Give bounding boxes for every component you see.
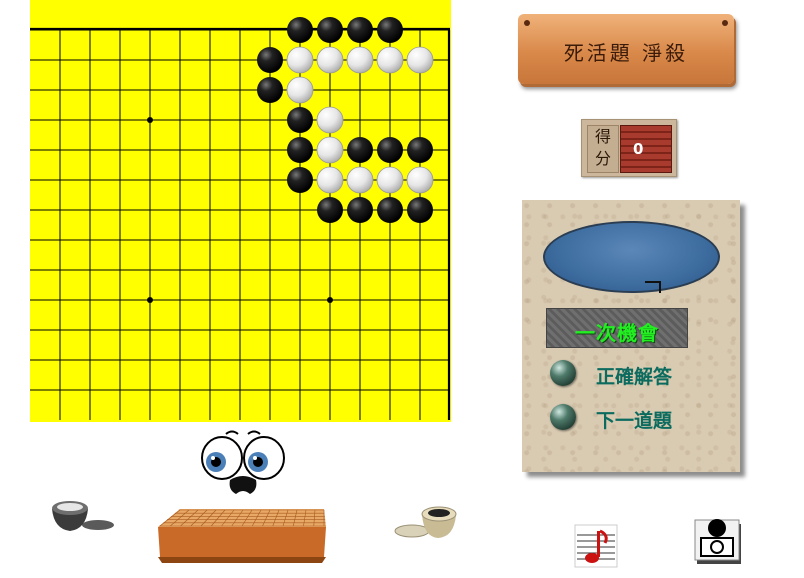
black-stone[interactable] (287, 137, 313, 163)
score-display: 0 (620, 125, 672, 173)
score-box: 得分 0 (581, 119, 677, 177)
corner-mark-icon (645, 281, 661, 293)
black-stone[interactable] (287, 107, 313, 133)
white-stone[interactable] (346, 166, 374, 194)
white-stone[interactable] (286, 46, 314, 74)
cartoon-face-icon (201, 430, 285, 494)
white-stone[interactable] (376, 166, 404, 194)
score-value: 0 (633, 140, 644, 158)
star-point (327, 297, 333, 303)
white-stone[interactable] (316, 166, 344, 194)
white-stone[interactable] (316, 136, 344, 164)
go-board[interactable] (30, 0, 451, 422)
score-label: 得分 (587, 125, 619, 173)
title-plank: 死活題 淨殺 (518, 14, 734, 84)
problem-title: 死活題 淨殺 (563, 41, 689, 65)
black-stone[interactable] (377, 197, 403, 223)
nail-icon (524, 20, 530, 26)
black-stone[interactable] (317, 197, 343, 223)
show-answer-button[interactable]: 正確解答 (550, 360, 710, 388)
black-stone[interactable] (377, 17, 403, 43)
white-stone[interactable] (316, 46, 344, 74)
jade-ball-icon[interactable] (550, 404, 576, 430)
white-stone[interactable] (406, 166, 434, 194)
black-stone[interactable] (377, 137, 403, 163)
black-stone[interactable] (347, 137, 373, 163)
black-stone[interactable] (287, 167, 313, 193)
chance-label: 一次機會 (575, 321, 659, 345)
music-note-icon[interactable] (571, 521, 621, 571)
white-stone[interactable] (316, 106, 344, 134)
nail-icon (722, 20, 728, 26)
next-problem-button[interactable]: 下一道題 (550, 404, 710, 432)
black-stone[interactable] (407, 197, 433, 223)
white-stone[interactable] (376, 46, 404, 74)
star-point (147, 297, 153, 303)
white-stone[interactable] (286, 76, 314, 104)
next-problem-label[interactable]: 下一道題 (596, 406, 672, 433)
white-stone[interactable] (406, 46, 434, 74)
black-stone[interactable] (287, 17, 313, 43)
control-panel: 一次機會 正確解答 下一道題 (522, 200, 740, 472)
white-stone[interactable] (346, 46, 374, 74)
jade-ball-icon[interactable] (550, 360, 576, 386)
board-grid[interactable] (30, 0, 451, 422)
black-stone[interactable] (317, 17, 343, 43)
chance-badge: 一次機會 (546, 308, 688, 348)
black-stone-bowl-icon[interactable] (50, 495, 118, 537)
stone-toggle-icon[interactable] (693, 514, 743, 566)
black-stone[interactable] (407, 137, 433, 163)
black-stone[interactable] (347, 17, 373, 43)
black-stone[interactable] (347, 197, 373, 223)
black-stone[interactable] (257, 77, 283, 103)
black-stone[interactable] (257, 47, 283, 73)
star-point (147, 117, 153, 123)
white-stone-bowl-icon[interactable] (392, 503, 462, 543)
message-oval (543, 221, 720, 293)
go-board-icon[interactable] (156, 505, 328, 565)
show-answer-label[interactable]: 正確解答 (596, 362, 672, 389)
